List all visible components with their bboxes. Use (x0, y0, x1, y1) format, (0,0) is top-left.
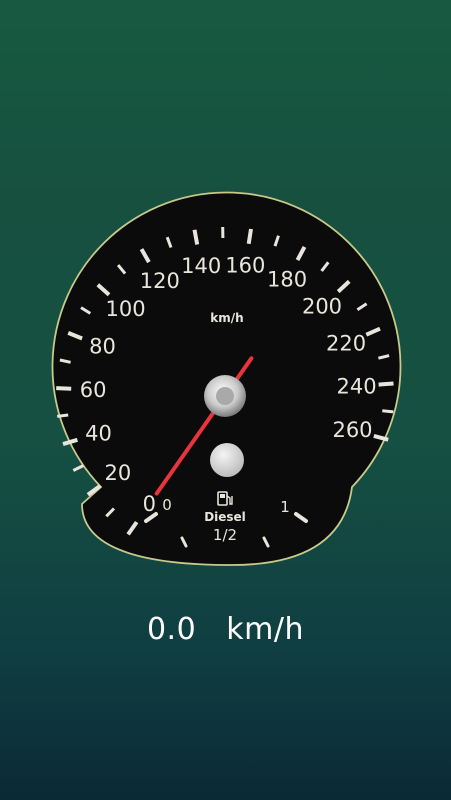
unit-label: km/h (210, 311, 243, 325)
fuel-empty-label: 0 (162, 496, 172, 514)
major-tick (246, 228, 253, 245)
speed-tick-label: 80 (89, 335, 116, 359)
speed-tick-label: 40 (85, 422, 112, 446)
speed-tick-label: 120 (140, 269, 180, 293)
fuel-type-label: Diesel (204, 510, 246, 524)
speed-readout: 0.0 km/h (0, 612, 451, 647)
speed-tick-label: 20 (105, 461, 132, 485)
speed-tick-label: 180 (267, 268, 307, 292)
speed-value: 0.0 (146, 612, 197, 647)
minor-tick (57, 413, 69, 418)
speed-tick-label: 140 (181, 254, 221, 278)
speed-tick-label: 160 (225, 254, 265, 278)
speed-tick-label: 200 (302, 295, 342, 319)
speed-tick-label: 260 (332, 418, 372, 442)
major-tick (56, 386, 72, 391)
speed-tick-label: 60 (80, 378, 107, 402)
odometer-knob (210, 443, 244, 477)
speed-tick-label: 240 (337, 374, 377, 398)
fuel-full-label: 1 (280, 498, 290, 516)
major-tick (378, 381, 394, 387)
speed-tick-label: 100 (106, 297, 146, 321)
minor-tick (72, 464, 84, 472)
fuel-half-label: 1/2 (213, 526, 237, 544)
needle-hub (204, 375, 246, 417)
major-tick (192, 229, 200, 245)
minor-tick (382, 409, 394, 414)
speed-unit: km/h (226, 612, 305, 647)
speed-tick-label: 0 (143, 492, 156, 516)
speedometer-gauge: 0 20 40 60 80 100 120140 160180 200 220 240 260 km/… (51, 191, 402, 566)
speed-tick-label: 220 (326, 331, 366, 355)
